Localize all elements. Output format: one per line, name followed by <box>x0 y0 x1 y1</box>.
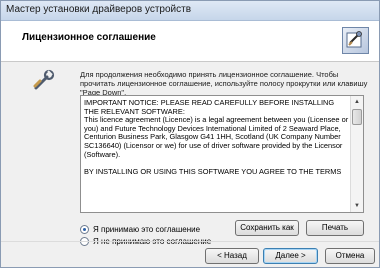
wizard-header: Лицензионное соглашение <box>1 21 379 62</box>
window-title: Мастер установки драйверов устройств <box>6 4 192 15</box>
save-as-button[interactable]: Сохранить как <box>235 220 299 236</box>
scroll-up-icon[interactable]: ▲ <box>351 96 363 108</box>
license-line-terms: BY INSTALLING OR USING THIS SOFTWARE YOU… <box>84 166 342 176</box>
intro-text: Для продолжения необходимо принять лицен… <box>80 70 368 97</box>
wrench-icon <box>31 67 57 93</box>
license-text: IMPORTANT NOTICE: PLEASE READ CAREFULLY … <box>84 98 350 176</box>
title-bar: Мастер установки драйверов устройств <box>1 1 379 21</box>
cancel-button[interactable]: Отмена <box>325 248 375 264</box>
footer-divider <box>1 241 379 242</box>
page-title: Лицензионное соглашение <box>22 32 156 43</box>
print-button[interactable]: Печать <box>306 220 364 236</box>
license-scrollbar[interactable]: ▲ ▼ <box>350 96 363 212</box>
accept-option[interactable]: Я принимаю это соглашение <box>80 225 200 234</box>
next-button[interactable]: Далее > <box>263 248 318 264</box>
accept-label: Я принимаю это соглашение <box>93 225 201 234</box>
installer-icon <box>342 27 369 54</box>
accept-radio[interactable] <box>80 225 89 234</box>
back-button[interactable]: < Назад <box>205 248 259 264</box>
license-line-notice: IMPORTANT NOTICE: PLEASE READ CAREFULLY … <box>84 98 335 116</box>
scroll-down-icon[interactable]: ▼ <box>351 200 363 212</box>
license-text-box[interactable]: IMPORTANT NOTICE: PLEASE READ CAREFULLY … <box>80 95 364 213</box>
license-line-agreement: This licence agreement (Licence) is a le… <box>84 115 349 159</box>
installer-window: Мастер установки драйверов устройств Лиц… <box>0 0 380 268</box>
scroll-thumb[interactable] <box>352 109 362 125</box>
